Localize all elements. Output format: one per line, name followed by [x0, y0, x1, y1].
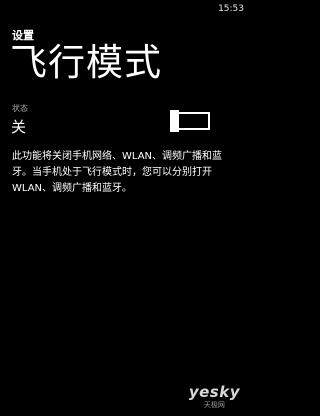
watermark-logo: yesky: [188, 383, 240, 401]
watermark: yesky 天极网: [189, 383, 240, 410]
description-text: 此功能将关闭手机网络、WLAN、调频广播和蓝牙。当手机处于飞行模式时，您可以分别…: [12, 151, 223, 194]
state-value: 关: [11, 118, 27, 136]
airplane-mode-toggle[interactable]: [170, 110, 210, 132]
state-label: 状态: [12, 104, 28, 113]
watermark-subtitle: 天极网: [203, 401, 225, 409]
page-title: 飞行模式: [10, 41, 162, 84]
toggle-knob[interactable]: [170, 110, 179, 132]
status-time: 15:53: [218, 4, 244, 14]
status-bar: 15:53: [0, 0, 250, 20]
